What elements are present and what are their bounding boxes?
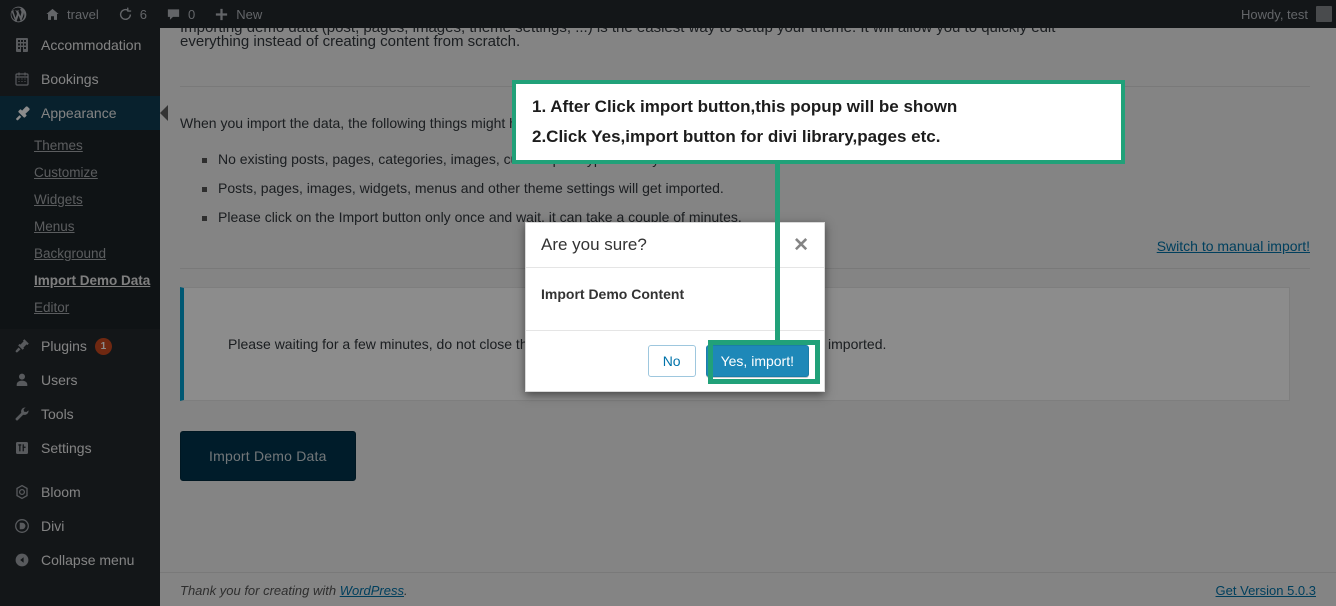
- annotation-highlight-box: [708, 340, 820, 384]
- annotation-connector-line: [775, 164, 780, 340]
- annotation-callout: 1. After Click import button,this popup …: [512, 80, 1125, 164]
- no-button[interactable]: No: [647, 345, 696, 377]
- modal-body-text: Import Demo Content: [541, 286, 685, 302]
- modal-title: Are you sure?: [541, 235, 647, 254]
- admin-screen: Importing demo data (post, pages, images…: [0, 0, 1336, 606]
- close-icon[interactable]: ✕: [793, 236, 809, 255]
- annotation-line-2: 2.Click Yes,import button for divi libra…: [532, 127, 941, 146]
- annotation-line-1: 1. After Click import button,this popup …: [532, 97, 958, 116]
